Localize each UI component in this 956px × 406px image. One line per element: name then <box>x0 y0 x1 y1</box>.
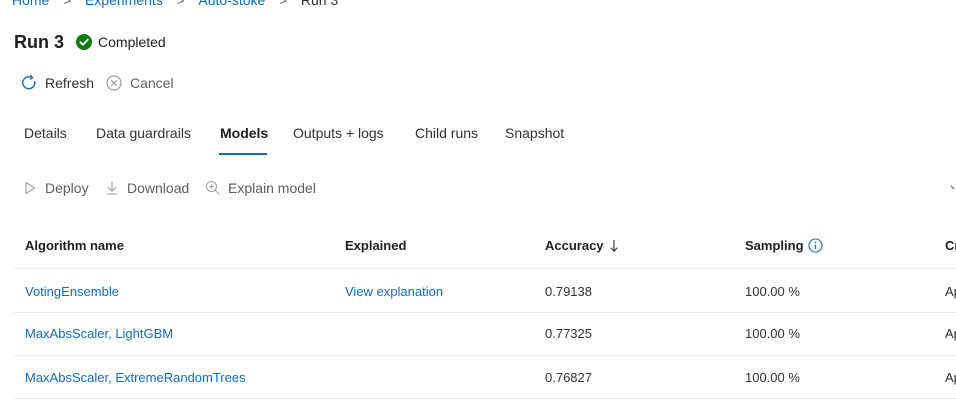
breadcrumb-current: Run 3 <box>300 0 339 8</box>
tab-details[interactable]: Details <box>24 125 67 145</box>
tab-data-guardrails[interactable]: Data guardrails <box>96 125 191 145</box>
cut-off-cell: Ap <box>945 284 956 299</box>
refresh-icon <box>20 74 38 92</box>
tab-models[interactable]: Models <box>220 125 268 145</box>
download-label: Download <box>127 180 190 196</box>
tab-snapshot[interactable]: Snapshot <box>505 125 564 145</box>
explain-model-button[interactable]: Explain model <box>205 178 316 198</box>
column-header-explained[interactable]: Explained <box>345 238 406 253</box>
cancel-label: Cancel <box>130 75 174 91</box>
accuracy-cell: 0.77325 <box>545 326 592 341</box>
breadcrumb: Home > Experiments > Auto-stoke > Run 3 <box>12 0 338 10</box>
tab-outputs-logs[interactable]: Outputs + logs <box>293 125 384 145</box>
zoom-in-icon <box>205 180 221 196</box>
play-icon <box>22 180 38 196</box>
column-header-accuracy[interactable]: Accuracy <box>545 238 619 253</box>
column-header-sampling[interactable]: Sampling <box>745 238 823 253</box>
breadcrumb-separator: > <box>63 0 71 8</box>
active-tab-indicator <box>219 153 267 155</box>
sampling-cell: 100.00 % <box>745 370 800 385</box>
partial-chevron-icon[interactable] <box>950 178 956 190</box>
algorithm-name-link[interactable]: MaxAbsScaler, ExtremeRandomTrees <box>25 370 246 385</box>
row-divider <box>14 268 956 269</box>
sort-descending-icon <box>609 239 619 253</box>
breadcrumb-experiments[interactable]: Experiments <box>85 0 163 8</box>
algorithm-name-link[interactable]: MaxAbsScaler, LightGBM <box>25 326 173 341</box>
page-title: Run 3 <box>14 31 65 52</box>
download-button[interactable]: Download <box>104 178 189 198</box>
row-divider <box>14 355 956 356</box>
explain-model-label: Explain model <box>228 180 316 196</box>
breadcrumb-experiment[interactable]: Auto-stoke <box>198 0 265 8</box>
cancel-button[interactable]: Cancel <box>105 73 174 93</box>
sampling-cell: 100.00 % <box>745 326 800 341</box>
row-divider <box>14 312 956 313</box>
cut-off-cell: Ap <box>945 326 956 341</box>
accuracy-cell: 0.76827 <box>545 370 592 385</box>
deploy-button[interactable]: Deploy <box>22 178 89 198</box>
algorithm-name-link[interactable]: VotingEnsemble <box>25 284 119 299</box>
status-badge: Completed <box>98 34 166 50</box>
column-header-algorithm[interactable]: Algorithm name <box>25 238 124 253</box>
sampling-cell: 100.00 % <box>745 284 800 299</box>
info-icon[interactable] <box>807 238 823 253</box>
column-header-cut-off[interactable]: Cr <box>945 238 956 253</box>
tab-child-runs[interactable]: Child runs <box>415 125 478 145</box>
refresh-label: Refresh <box>45 75 95 91</box>
breadcrumb-separator: > <box>176 0 185 8</box>
cancel-icon <box>105 74 123 92</box>
deploy-label: Deploy <box>45 180 89 196</box>
breadcrumb-home[interactable]: Home <box>12 0 49 8</box>
title-row: Run 3 Completed <box>14 30 166 54</box>
row-divider <box>14 398 956 399</box>
cut-off-cell: Ap <box>945 370 956 385</box>
download-icon <box>104 180 120 196</box>
refresh-button[interactable]: Refresh <box>20 73 94 93</box>
completed-check-icon <box>76 34 93 50</box>
accuracy-cell: 0.79138 <box>545 284 592 299</box>
view-explanation-link[interactable]: View explanation <box>345 284 443 299</box>
breadcrumb-separator: > <box>279 0 287 8</box>
